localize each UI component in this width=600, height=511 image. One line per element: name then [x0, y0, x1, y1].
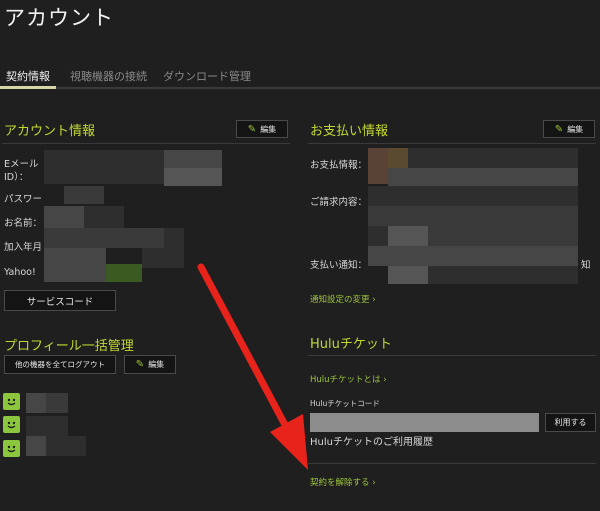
ticket-code-input[interactable]	[310, 413, 539, 432]
payment-edit-label: 編集	[567, 124, 584, 134]
redacted-email	[44, 150, 164, 184]
redacted-name-2	[84, 206, 124, 228]
tab-download-management[interactable]: ダウンロード管理	[163, 68, 251, 84]
redacted-profile-name	[26, 416, 68, 436]
hulu-ticket-about-link[interactable]: Huluチケットとは ›	[310, 373, 387, 385]
profile-title: プロフィール一括管理	[4, 339, 134, 354]
tab-active-indicator	[0, 86, 56, 89]
redacted-email-2	[164, 150, 222, 168]
redacted-yahoo-3	[142, 248, 184, 268]
redacted-notice	[428, 266, 578, 284]
notice-settings-link[interactable]: 通知設定の変更 ›	[310, 293, 376, 305]
ticket-history-link[interactable]: Huluチケットのご利用履歴	[310, 436, 433, 449]
logout-all-devices-button[interactable]: 他の機器を全てログアウト	[4, 355, 116, 374]
account-edit-label: 編集	[260, 124, 277, 134]
hulu-ticket-title: Huluチケット	[310, 337, 392, 352]
redacted-billing	[368, 186, 578, 206]
redacted-yahoo	[44, 248, 106, 282]
page-title: アカウント	[4, 6, 114, 30]
redacted-profile-name	[46, 436, 86, 456]
smiley-icon	[7, 445, 16, 453]
billing-label: ご請求内容：	[310, 197, 368, 208]
profile-avatar-icon[interactable]	[3, 416, 20, 433]
redacted-payment	[388, 168, 578, 186]
profile-edit-label: 編集	[148, 360, 165, 369]
redacted-profile-name	[26, 436, 46, 456]
use-ticket-button[interactable]: 利用する	[545, 413, 596, 432]
redacted-name	[44, 206, 84, 228]
account-divider	[2, 143, 290, 144]
redacted-notice	[368, 246, 578, 266]
redacted-billing	[428, 226, 578, 246]
redacted-billing	[388, 226, 428, 246]
ticket-code-label: Huluチケットコード	[310, 399, 380, 408]
tab-bar: 契約情報 視聴機器の接続 ダウンロード管理	[0, 62, 600, 90]
account-info-title: アカウント情報	[4, 124, 96, 139]
name-label: お名前：	[4, 218, 43, 229]
payment-info-title: お支払い情報	[310, 124, 389, 139]
redacted-profile-name	[46, 393, 68, 413]
pencil-icon: ✎	[135, 359, 145, 370]
redacted-billing	[368, 226, 388, 246]
cancel-divider	[308, 463, 596, 464]
redacted-joined	[44, 228, 164, 248]
email-id-label: ID）：	[4, 172, 29, 183]
redacted-payment	[368, 148, 388, 184]
redacted-profile-name	[26, 393, 46, 413]
profile-avatar-icon[interactable]	[3, 393, 20, 410]
pencil-icon: ✎	[554, 123, 564, 135]
redacted-payment	[408, 148, 578, 168]
payment-notice-label: 支払い通知：	[310, 260, 368, 271]
redacted-password	[64, 186, 104, 204]
smiley-icon	[7, 421, 16, 429]
yahoo-label: Yahoo!	[4, 267, 36, 278]
smiley-icon	[7, 398, 16, 406]
cancel-contract-link[interactable]: 契約を解除する ›	[310, 476, 376, 488]
hulu-ticket-divider	[308, 355, 596, 356]
redacted-notice	[388, 266, 428, 284]
joined-label: 加入年月	[4, 242, 43, 253]
payment-notice-tail: 知	[581, 260, 591, 271]
payment-edit-button[interactable]: ✎ 編集	[543, 120, 595, 138]
password-label: パスワー	[4, 194, 43, 205]
redacted-joined-2	[164, 228, 184, 248]
redacted-payment	[388, 148, 408, 168]
tab-divider	[0, 87, 600, 89]
pencil-icon: ✎	[247, 123, 257, 135]
email-label: Eメール	[4, 159, 39, 170]
profile-edit-button[interactable]: ✎ 編集	[124, 355, 176, 374]
redacted-yahoo-2	[106, 264, 142, 282]
tab-contract-info[interactable]: 契約情報	[6, 68, 50, 84]
service-code-button[interactable]: サービスコード	[4, 290, 116, 311]
tab-device-connection[interactable]: 視聴機器の接続	[70, 68, 147, 84]
profile-avatar-icon[interactable]	[3, 440, 20, 457]
redacted-billing	[368, 206, 578, 226]
account-edit-button[interactable]: ✎ 編集	[236, 120, 288, 138]
payment-divider	[308, 143, 596, 144]
payment-method-label: お支払情報：	[310, 160, 368, 171]
redacted-email-3	[164, 168, 222, 186]
